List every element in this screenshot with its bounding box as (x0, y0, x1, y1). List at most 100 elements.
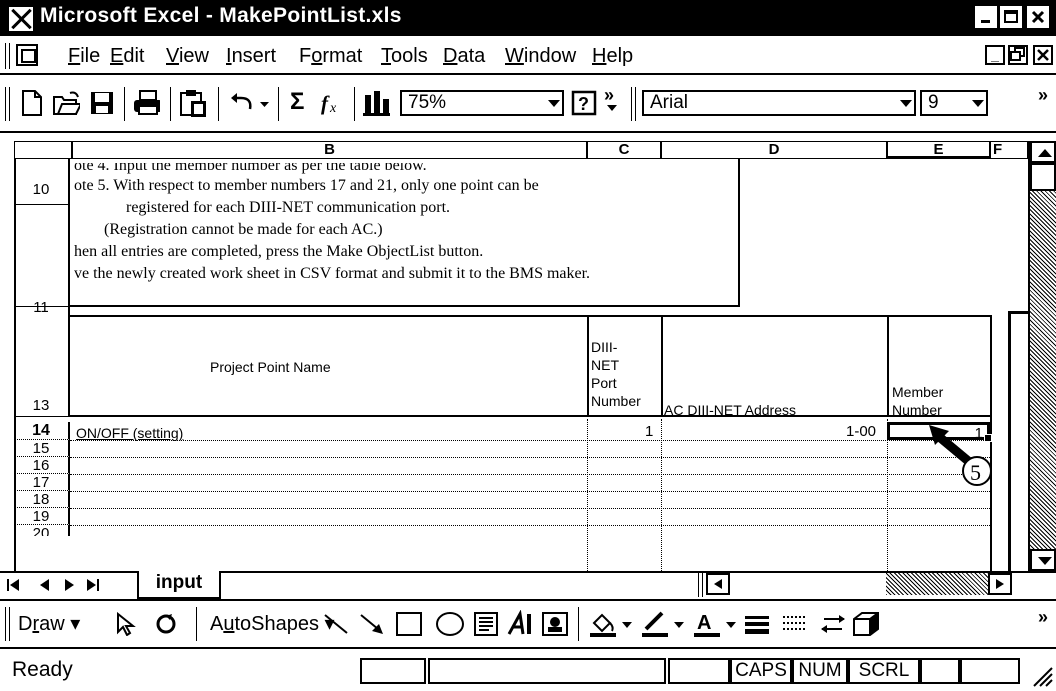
menu-help[interactable]: Help (592, 45, 633, 68)
cell-d14-address[interactable]: 1-00 (846, 423, 876, 440)
undo-icon[interactable] (228, 89, 256, 117)
font-size-combo[interactable]: 9 (920, 90, 988, 116)
horizontal-scroll-track[interactable] (730, 573, 886, 595)
open-folder-icon[interactable] (52, 89, 80, 117)
3d-icon[interactable] (850, 609, 882, 639)
header-port-line-1: DIII- (591, 339, 618, 355)
resize-grip-icon[interactable] (1030, 664, 1054, 688)
row-header-15[interactable]: 15 (14, 440, 70, 457)
row-header-11-area[interactable] (14, 205, 70, 307)
toolbar-more-icon[interactable] (606, 103, 634, 131)
doc-minimize-button[interactable]: _ (985, 45, 1005, 65)
doc-restore-button[interactable] (1008, 45, 1028, 65)
arrow-style-icon[interactable] (818, 611, 848, 637)
row-header-19[interactable]: 19 (14, 508, 70, 525)
toolbar-grip[interactable] (5, 87, 10, 121)
scroll-left-button[interactable] (706, 573, 730, 595)
menu-file[interactable]: File (68, 45, 100, 68)
paste-icon[interactable] (178, 89, 206, 117)
column-header-f[interactable]: F (990, 141, 1028, 159)
insert-clip-art-icon[interactable] (540, 610, 570, 638)
menu-view[interactable]: View (166, 45, 209, 68)
scroll-right-button[interactable] (988, 573, 1012, 595)
font-name-combo[interactable]: Arial (642, 90, 916, 116)
formatting-toolbar-grip[interactable] (631, 87, 636, 121)
vertical-scroll-thumb[interactable] (1030, 163, 1056, 191)
menu-edit[interactable]: Edit (110, 45, 144, 68)
menu-insert[interactable]: Insert (226, 45, 276, 68)
rectangle-tool-icon[interactable] (394, 610, 424, 638)
font-dropdown-icon[interactable] (900, 100, 912, 107)
new-document-icon[interactable] (18, 89, 46, 117)
autosum-button[interactable]: Σ (290, 88, 304, 116)
next-sheet-button[interactable] (60, 576, 77, 596)
select-objects-icon[interactable] (114, 612, 136, 636)
zoom-dropdown-icon[interactable] (548, 100, 560, 107)
wordart-icon[interactable] (506, 610, 536, 638)
row-header-11[interactable]: 11 (14, 299, 70, 316)
maximize-button[interactable] (1000, 6, 1022, 28)
window-title: Microsoft Excel - MakePointList.xls (40, 4, 402, 27)
sheet-tab-input[interactable]: input (137, 571, 221, 599)
menu-format[interactable]: Format (299, 45, 362, 68)
autoshapes-menu-button[interactable]: AutoShapes ▾ (210, 611, 335, 636)
line-style-icon[interactable] (742, 611, 772, 637)
vertical-scrollbar[interactable] (1028, 141, 1056, 571)
menu-tools[interactable]: Tools (381, 45, 428, 68)
column-header-c[interactable]: C (587, 141, 661, 159)
row-header-18[interactable]: 18 (14, 491, 70, 508)
excel-app-icon[interactable] (9, 7, 33, 31)
scroll-down-button[interactable] (1030, 549, 1056, 571)
drawbar-grip[interactable] (5, 607, 10, 641)
row-header-16[interactable]: 16 (14, 457, 70, 474)
line-color-icon[interactable] (640, 609, 688, 639)
close-button[interactable] (1027, 6, 1049, 28)
row-header-17[interactable]: 17 (14, 474, 70, 491)
chart-wizard-icon[interactable] (362, 89, 390, 117)
text-box-icon[interactable] (472, 610, 500, 638)
cell-b14-point-name[interactable]: ON/OFF (setting) (76, 425, 183, 441)
row-header-20[interactable]: 20 (14, 525, 70, 536)
oval-tool-icon[interactable] (434, 610, 466, 638)
fill-color-icon[interactable] (588, 609, 636, 639)
workbook-icon[interactable] (16, 44, 38, 66)
row-header-14[interactable]: 14 (14, 422, 70, 440)
undo-dropdown-icon[interactable] (258, 89, 286, 117)
menu-window[interactable]: Window (505, 45, 576, 68)
column-header-e[interactable]: E (887, 141, 990, 159)
last-sheet-icon (86, 579, 99, 591)
first-sheet-button[interactable] (4, 576, 21, 596)
arrow-tool-icon[interactable] (358, 611, 386, 637)
row-header-10[interactable]: 10 (14, 181, 70, 198)
minimize-button[interactable] (975, 6, 997, 28)
horizontal-scroll-pattern[interactable] (886, 573, 988, 595)
worksheet-grid[interactable]: B C D E F ote 4. Input the member number… (0, 137, 1056, 571)
menubar-grip[interactable] (5, 43, 10, 69)
function-fx-icon[interactable]: fx (318, 89, 346, 117)
zoom-combo[interactable]: 75% (400, 90, 564, 116)
scroll-up-button[interactable] (1030, 141, 1056, 163)
column-header-b[interactable]: B (72, 141, 587, 159)
help-icon[interactable]: ? (570, 89, 598, 117)
print-icon[interactable] (132, 89, 160, 117)
dash-style-icon[interactable] (780, 611, 810, 637)
draw-menu-button[interactable]: Draw ▾ (18, 611, 80, 636)
font-size-dropdown-icon[interactable] (972, 100, 984, 107)
free-rotate-icon[interactable] (154, 612, 178, 636)
tab-split-handle[interactable] (698, 573, 703, 597)
drawbar-overflow-chevron[interactable]: » (1038, 607, 1048, 628)
formatting-overflow-chevron[interactable]: » (1038, 85, 1048, 106)
row-header-13[interactable]: 13 (14, 397, 70, 414)
select-all-corner[interactable] (14, 141, 72, 159)
prev-sheet-button[interactable] (36, 576, 53, 596)
column-header-d[interactable]: D (661, 141, 887, 159)
font-color-icon[interactable]: A (692, 609, 740, 639)
doc-close-button[interactable] (1033, 45, 1053, 65)
last-sheet-button[interactable] (84, 576, 101, 596)
line-tool-icon[interactable] (322, 611, 350, 637)
menu-data[interactable]: Data (443, 45, 485, 68)
save-icon[interactable] (88, 89, 116, 117)
cell-c14-port[interactable]: 1 (645, 423, 653, 440)
title-bar[interactable]: Microsoft Excel - MakePointList.xls (0, 0, 1056, 36)
header-divider-e (887, 315, 889, 417)
